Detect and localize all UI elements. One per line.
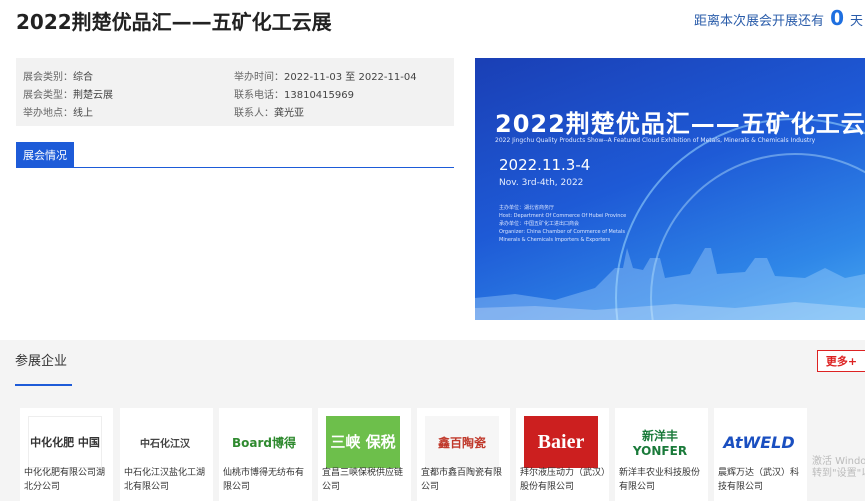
info-category-value: 综合 — [73, 72, 93, 83]
exhibitor-card[interactable]: 中化化肥 中国 中化化肥有限公司湖北分公司 — [20, 408, 113, 501]
banner-subtitle: 2022 Jingchu Quality Products Show--A Fe… — [495, 137, 816, 144]
banner-org-line: 承办单位：中国五矿化工进出口商会 — [499, 221, 580, 227]
watermark-line: 转到"设置"以激活 — [812, 468, 865, 479]
banner-title: 2022荆楚优品汇——五矿化工云展 — [495, 110, 865, 138]
exhibitor-logo: 鑫百陶瓷 — [425, 416, 499, 468]
exhibition-info: 展会类别：综合 展会类型：荆楚云展 举办地点：线上 举办时间：2022-11-0… — [16, 58, 454, 126]
exhibitor-card[interactable]: 中石化江汉 中石化江汉盐化工湖北有限公司 — [120, 408, 213, 501]
exhibitor-logo: AtWELD — [723, 432, 795, 452]
banner-org-line: Minerals & Chemicals Importers & Exporte… — [499, 237, 611, 243]
banner-org-line: 主办单位：湖北省商务厅 — [499, 205, 555, 211]
exhibitor-card[interactable]: 鑫百陶瓷 宜都市鑫百陶瓷有限公司 — [417, 408, 510, 501]
banner-org-line: Organizer: China Chamber of Commerce of … — [499, 229, 625, 235]
exhibitors-title: 参展企业 — [15, 354, 68, 369]
exhibitor-logo: 中化化肥 中国 — [28, 416, 102, 468]
info-phone: 联系电话：13810415969 — [234, 86, 354, 101]
tab-overview[interactable]: 展会情况 — [16, 142, 74, 167]
exhibitor-card[interactable]: AtWELD 晨辉万达（武汉）科技有限公司 — [714, 408, 807, 501]
exhibitor-logo: 新洋丰 YONFER — [632, 428, 688, 458]
info-category-label: 展会类别： — [23, 72, 73, 83]
banner-organizers: 主办单位：湖北省商务厅 Host: Department Of Commerce… — [499, 204, 626, 244]
exhibitor-name: 新洋丰农业科技股份有限公司 — [619, 468, 701, 492]
exhibitor-name: 宜昌三峡保税供应链公司 — [322, 468, 404, 492]
exhibitor-card[interactable]: 三峡 保税 宜昌三峡保税供应链公司 — [318, 408, 411, 501]
info-category: 展会类别：综合 — [23, 68, 93, 83]
exhibitor-name: 中石化江汉盐化工湖北有限公司 — [124, 468, 206, 492]
info-venue: 举办地点：线上 — [23, 104, 93, 119]
info-contact: 联系人：龚光亚 — [234, 104, 304, 119]
exhibitor-logo: 中石化江汉 — [140, 438, 190, 450]
info-venue-value: 线上 — [73, 108, 93, 119]
info-venue-label: 举办地点： — [23, 108, 73, 119]
info-type: 展会类型：荆楚云展 — [23, 86, 113, 101]
exhibitor-name: 拜尔液压动力（武汉）股份有限公司 — [520, 468, 606, 492]
info-time-label: 举办时间： — [234, 72, 284, 83]
info-contact-label: 联系人： — [234, 108, 274, 119]
exhibitor-logo: Board博得 — [232, 435, 296, 450]
info-type-value: 荆楚云展 — [73, 90, 113, 101]
exhibitor-name: 仙桃市博得无纺布有限公司 — [223, 468, 305, 492]
info-phone-value: 13810415969 — [284, 90, 354, 101]
banner-date-en: Nov. 3rd-4th, 2022 — [499, 178, 584, 188]
exhibitor-logo: Baier — [524, 416, 598, 468]
countdown-days: 0 — [830, 6, 844, 30]
info-type-label: 展会类型： — [23, 90, 73, 101]
exhibitor-card[interactable]: Baier 拜尔液压动力（武汉）股份有限公司 — [516, 408, 609, 501]
info-contact-value: 龚光亚 — [274, 108, 304, 119]
exhibitor-card[interactable]: Board博得 仙桃市博得无纺布有限公司 — [219, 408, 312, 501]
more-button[interactable]: 更多+ — [817, 350, 865, 372]
exhibitor-name: 晨辉万达（武汉）科技有限公司 — [718, 468, 800, 492]
exhibitors-section: 参展企业 更多+ 中化化肥 中国 中化化肥有限公司湖北分公司 中石化江汉 中石化… — [0, 340, 865, 501]
countdown: 距离本次展会开展还有 0 天 — [694, 6, 863, 30]
exhibitor-logo: 三峡 保税 — [326, 416, 400, 468]
info-time: 举办时间：2022-11-03 至 2022-11-04 — [234, 68, 417, 83]
exhibitor-name: 中化化肥有限公司湖北分公司 — [24, 468, 106, 492]
banner-org-line: Host: Department Of Commerce Of Hubei Pr… — [499, 213, 627, 219]
exhibitor-name: 宜都市鑫百陶瓷有限公司 — [421, 468, 503, 492]
countdown-unit: 天 — [849, 14, 863, 29]
windows-activation-watermark: 激活 Windows 转到"设置"以激活 — [812, 456, 865, 480]
watermark-line: 激活 Windows — [812, 456, 865, 467]
tab-bar: 展会情况 — [16, 142, 454, 168]
exhibition-banner: 2022荆楚优品汇——五矿化工云展 2022 Jingchu Quality P… — [475, 58, 865, 320]
page-title: 2022荆楚优品汇——五矿化工云展 — [16, 10, 332, 34]
banner-date: 2022.11.3-4 — [499, 156, 591, 174]
countdown-label: 距离本次展会开展还有 — [694, 14, 825, 29]
exhibitors-title-underline — [15, 384, 72, 386]
info-time-value: 2022-11-03 至 2022-11-04 — [284, 72, 417, 83]
info-phone-label: 联系电话： — [234, 90, 284, 101]
exhibitor-card[interactable]: 新洋丰 YONFER 新洋丰农业科技股份有限公司 — [615, 408, 708, 501]
